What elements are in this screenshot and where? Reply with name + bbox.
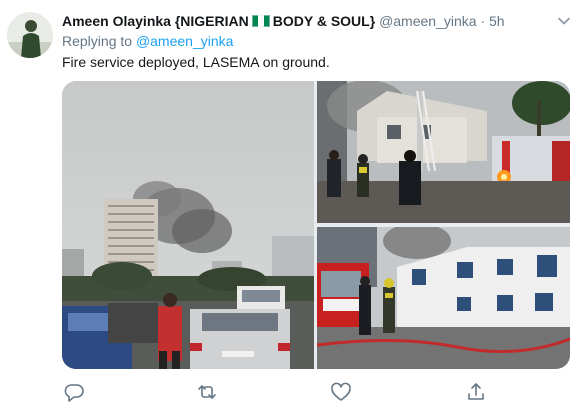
separator: · xyxy=(480,13,486,29)
display-name-suffix[interactable]: BODY & SOUL} xyxy=(273,13,375,29)
user-handle[interactable]: @ameen_yinka xyxy=(379,13,477,29)
avatar-image xyxy=(7,12,53,58)
timestamp[interactable]: 5h xyxy=(489,13,505,29)
tweet-header: Ameen Olayinka {NIGERIAN BODY & SOUL} @am… xyxy=(62,12,573,30)
photo-firefighters-building[interactable] xyxy=(317,81,570,223)
media-grid xyxy=(62,81,570,369)
avatar[interactable] xyxy=(7,12,53,58)
tweet-text: Fire service deployed, LASEMA on ground. xyxy=(62,54,330,70)
replying-prefix: Replying to xyxy=(62,33,133,49)
replying-to: Replying to @ameen_yinka xyxy=(62,33,233,49)
share-icon[interactable] xyxy=(464,380,488,404)
replying-to-link[interactable]: @ameen_yinka xyxy=(136,33,234,49)
photo-street-smoke[interactable] xyxy=(62,81,314,369)
reply-icon[interactable] xyxy=(62,380,86,404)
retweet-icon[interactable] xyxy=(195,380,219,404)
chevron-down-icon[interactable] xyxy=(557,14,571,31)
tweet-actions xyxy=(62,380,532,404)
display-name[interactable]: Ameen Olayinka {NIGERIAN xyxy=(62,13,249,29)
photo-fire-truck[interactable] xyxy=(317,227,570,369)
heart-icon[interactable] xyxy=(329,380,353,404)
nigeria-flag-icon xyxy=(251,13,270,27)
